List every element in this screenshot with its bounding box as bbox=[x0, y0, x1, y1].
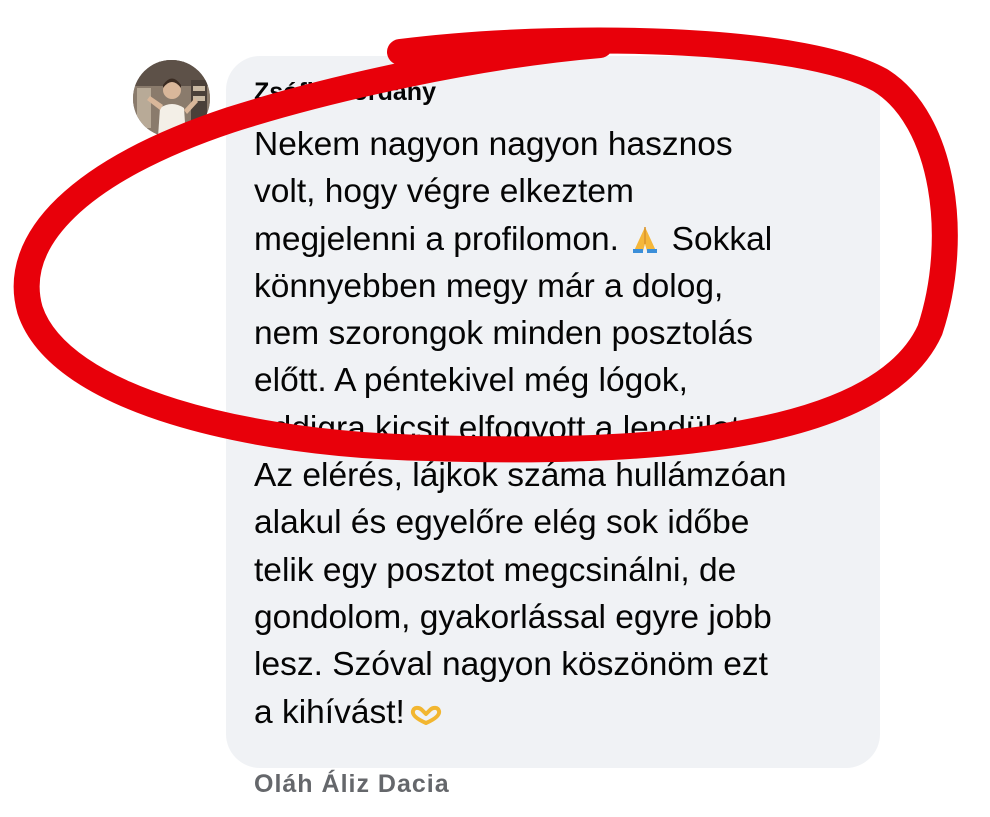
avatar-photo bbox=[133, 60, 210, 137]
comment-line-with-emoji: a kihívást! bbox=[254, 689, 864, 736]
comment-line: könnyebben megy már a dolog, bbox=[254, 267, 724, 305]
comment-line: előtt. A péntekivel még lógok, bbox=[254, 362, 688, 400]
comment-line-with-emoji: megjelenni a profilomon. Sokkal bbox=[254, 216, 864, 263]
comment-line: Sokkal bbox=[671, 220, 773, 258]
comment-line: telik egy posztot megcsinálni, de bbox=[254, 551, 737, 589]
comment-line: nem szorongok minden posztolás bbox=[254, 315, 754, 353]
comment-line: a kihívást! bbox=[254, 693, 405, 731]
comment-line: Nekem nagyon nagyon hasznos bbox=[254, 126, 733, 163]
comment-line: gondolom, gyakorlással egyre jobb bbox=[254, 598, 772, 636]
comment-line: addigra kicsit elfogyott a lendület. bbox=[254, 409, 750, 447]
previous-comment-fragment: · · · bbox=[498, 24, 536, 44]
comment-line: alakul és egyelőre elég sok időbe bbox=[254, 504, 750, 542]
comment-line: volt, hogy végre elkeztem bbox=[254, 173, 634, 211]
avatar[interactable] bbox=[133, 60, 210, 137]
comment-body: Nekem nagyon nagyon hasznos volt, hogy v… bbox=[254, 121, 864, 736]
comment-line: megjelenni a profilomon. bbox=[254, 220, 619, 258]
comment-author-name[interactable]: Zsófia Hordány bbox=[254, 75, 436, 109]
comment-thread-screenshot: · · · Zsófia Hordány Nekem nagyon nagyon… bbox=[0, 0, 990, 817]
heart-hands-icon bbox=[409, 691, 443, 725]
comment-line: Az elérés, lájkok száma hullámzóan bbox=[254, 457, 787, 495]
folded-hands-icon bbox=[630, 220, 660, 253]
next-comment-author-fragment: Oláh Áliz Dacia bbox=[254, 770, 450, 798]
comment-line: lesz. Szóval nagyon köszönöm ezt bbox=[254, 646, 768, 684]
